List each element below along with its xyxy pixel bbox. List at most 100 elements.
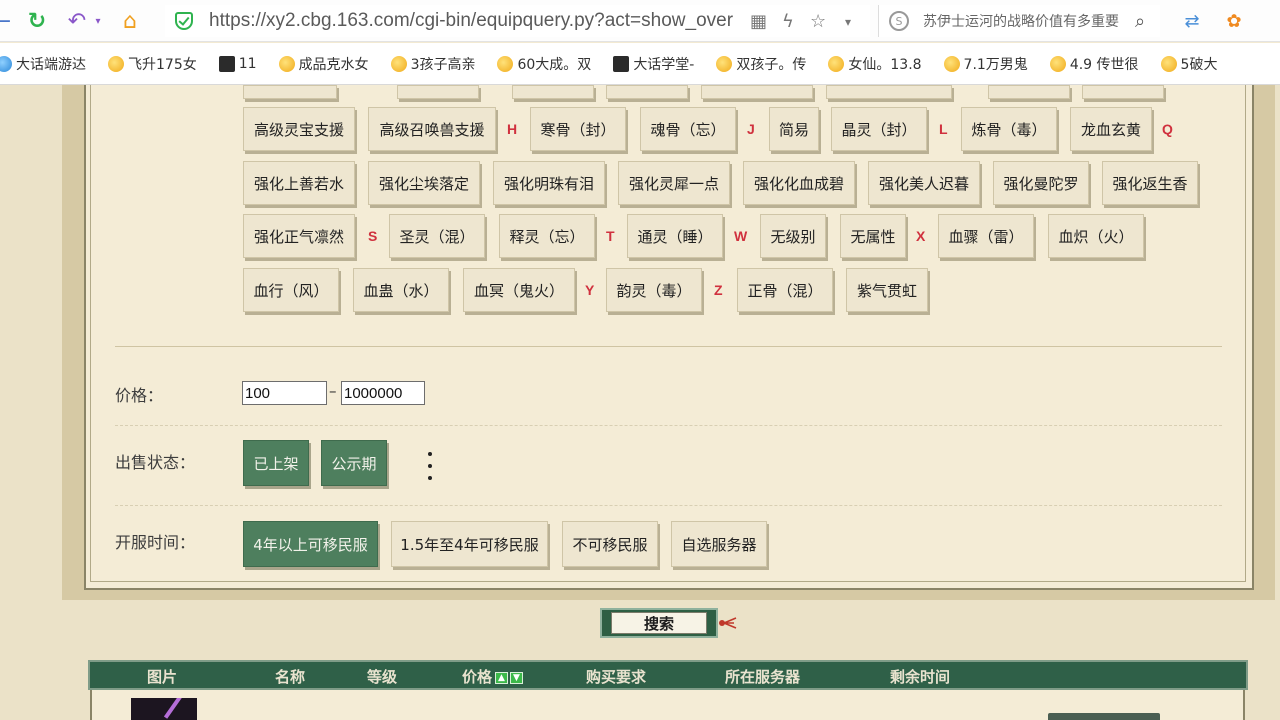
- address-bar[interactable]: https://xy2.cbg.163.com/cgi-bin/equipque…: [165, 5, 870, 37]
- col-price: 价格 ▲ ▼: [462, 666, 524, 687]
- alpha-index-letter[interactable]: Z: [714, 282, 723, 298]
- sort-desc-icon[interactable]: ▼: [510, 671, 524, 684]
- equip-filter-button-partial[interactable]: [243, 85, 337, 99]
- qr-code-icon[interactable]: ▦: [750, 11, 767, 32]
- server-custom-select-button[interactable]: 自选服务器: [671, 521, 767, 567]
- equip-filter-button[interactable]: 血骤（雷）: [938, 214, 1034, 258]
- equip-filter-button[interactable]: 寒骨（封）: [530, 107, 626, 151]
- search-button-label: 搜索: [611, 612, 707, 634]
- home-icon[interactable]: ⌂: [115, 6, 145, 36]
- equip-filter-button[interactable]: 释灵（忘）: [499, 214, 595, 258]
- equip-filter-button[interactable]: 晶灵（封）: [831, 107, 927, 151]
- alpha-index-letter[interactable]: L: [939, 121, 948, 137]
- status-public-button[interactable]: 公示期: [321, 440, 387, 486]
- search-box[interactable]: S 苏伊士运河的战略价值有多重要 ⌕: [878, 5, 1160, 37]
- equip-filter-button[interactable]: 无属性: [840, 214, 906, 258]
- price-max-input[interactable]: 1000000: [341, 381, 425, 405]
- translate-icon[interactable]: ⇄: [1180, 6, 1204, 36]
- equip-filter-button[interactable]: 无级别: [760, 214, 826, 258]
- equip-filter-button-partial[interactable]: [397, 85, 479, 99]
- row-action-button[interactable]: [1048, 713, 1160, 720]
- bookmark-item[interactable]: 5破大: [1160, 54, 1217, 74]
- sale-status-label: 出售状态：: [115, 453, 196, 472]
- equip-filter-button[interactable]: 血炽（火）: [1048, 214, 1144, 258]
- server-1-5-to-4yr-button[interactable]: 1.5年至4年可移民服: [391, 521, 548, 567]
- bookmark-item[interactable]: 女仙。13.8: [828, 54, 922, 74]
- bookmark-item[interactable]: 双孩子。传: [716, 54, 806, 74]
- equip-filter-button-partial[interactable]: [988, 85, 1070, 99]
- magnifier-icon[interactable]: ⌕: [1135, 11, 1145, 32]
- bookmark-star-icon: [278, 55, 295, 72]
- browser-toolbar: ← ↻ ↶ ▾ ⌂ https://xy2.cbg.163.com/cgi-bi…: [0, 0, 1280, 42]
- server-no-migrate-button[interactable]: 不可移民服: [562, 521, 658, 567]
- url-text[interactable]: https://xy2.cbg.163.com/cgi-bin/equipque…: [209, 10, 749, 32]
- col-requirement: 购买要求: [586, 668, 647, 686]
- equip-filter-button[interactable]: 炼骨（毒）: [961, 107, 1057, 151]
- bookmark-item[interactable]: 4.9 传世很: [1049, 54, 1139, 74]
- equip-filter-button[interactable]: 强化尘埃落定: [368, 161, 480, 205]
- refresh-icon[interactable]: ↻: [22, 6, 52, 36]
- item-thumbnail[interactable]: [131, 698, 197, 720]
- bookmark-item[interactable]: 成品克水女: [278, 54, 369, 74]
- bookmark-item[interactable]: 大话学堂-: [613, 54, 694, 74]
- bookmark-item[interactable]: 60大成。双: [497, 54, 591, 74]
- equip-filter-button[interactable]: 圣灵（混）: [389, 214, 485, 258]
- undo-dropdown-icon[interactable]: ▾: [92, 6, 104, 36]
- price-min-input[interactable]: 100: [242, 381, 327, 405]
- equip-filter-button[interactable]: 正骨（混）: [737, 268, 833, 312]
- equip-filter-button[interactable]: 强化曼陀罗: [993, 161, 1089, 205]
- equip-filter-button[interactable]: 血冥（鬼火）: [463, 268, 575, 312]
- alpha-index-letter[interactable]: W: [734, 228, 747, 244]
- address-dropdown-icon[interactable]: ▾: [845, 15, 851, 29]
- lightning-icon[interactable]: ϟ: [782, 11, 794, 32]
- bookmark-star-icon: [390, 55, 407, 72]
- alpha-index-letter[interactable]: Q: [1162, 121, 1173, 137]
- equip-filter-button-partial[interactable]: [1082, 85, 1164, 99]
- bookmark-item[interactable]: 飞升175女: [108, 54, 197, 74]
- alpha-index-letter[interactable]: J: [747, 121, 755, 137]
- equip-filter-button-partial[interactable]: [512, 85, 594, 99]
- sort-asc-icon[interactable]: ▲: [495, 671, 509, 684]
- alpha-index-letter[interactable]: S: [368, 228, 377, 244]
- back-icon[interactable]: ←: [0, 6, 12, 36]
- equip-filter-button[interactable]: 强化化血成碧: [743, 161, 855, 205]
- equip-filter-button[interactable]: 强化返生香: [1102, 161, 1198, 205]
- alpha-index-letter[interactable]: T: [606, 228, 615, 244]
- equip-filter-button[interactable]: 韵灵（毒）: [606, 268, 702, 312]
- search-query-text[interactable]: 苏伊士运河的战略价值有多重要: [923, 11, 1129, 31]
- extension-icon[interactable]: ✿: [1222, 6, 1246, 36]
- equip-filter-button[interactable]: 强化上善若水: [243, 161, 355, 205]
- equip-filter-button-partial[interactable]: [826, 85, 952, 99]
- equip-filter-button-partial[interactable]: [701, 85, 813, 99]
- equip-filter-button[interactable]: 通灵（睡）: [627, 214, 723, 258]
- star-bookmark-icon[interactable]: ☆: [810, 11, 826, 32]
- equip-filter-button[interactable]: 强化正气凛然: [243, 214, 355, 258]
- bookmark-item[interactable]: 3孩子高亲: [390, 54, 475, 74]
- equip-filter-button[interactable]: 血蛊（水）: [353, 268, 449, 312]
- equip-filter-button[interactable]: 血行（风）: [243, 268, 339, 312]
- equip-filter-button[interactable]: 强化灵犀一点: [618, 161, 730, 205]
- bookmark-item[interactable]: 7.1万男鬼: [943, 54, 1028, 74]
- bookmark-item[interactable]: 11: [218, 55, 257, 72]
- equip-filter-button[interactable]: 紫气贯虹: [846, 268, 928, 312]
- equip-filter-button[interactable]: 龙血玄黄: [1070, 107, 1152, 151]
- equip-filter-button[interactable]: 简易: [769, 107, 819, 151]
- alpha-index-letter[interactable]: H: [507, 121, 517, 137]
- search-button[interactable]: 搜索: [600, 608, 718, 638]
- equip-filter-button[interactable]: 强化美人迟暮: [868, 161, 980, 205]
- search-engine-icon[interactable]: S: [889, 11, 909, 31]
- alpha-index-letter[interactable]: X: [916, 228, 925, 244]
- equip-filter-button[interactable]: 魂骨（忘）: [640, 107, 736, 151]
- status-listed-button[interactable]: 已上架: [243, 440, 309, 486]
- equip-filter-button[interactable]: 高级灵宝支援: [243, 107, 355, 151]
- bookmark-item[interactable]: 大话端游达: [0, 54, 86, 74]
- equip-filter-button[interactable]: 强化明珠有泪: [493, 161, 605, 205]
- price-label: 价格：: [115, 386, 164, 405]
- undo-icon[interactable]: ↶: [62, 6, 92, 36]
- server-time-label: 开服时间：: [115, 533, 196, 552]
- server-4yr-migrate-button[interactable]: 4年以上可移民服: [243, 521, 378, 567]
- equip-filter-button-partial[interactable]: [606, 85, 688, 99]
- equip-filter-button[interactable]: 高级召唤兽支援: [368, 107, 496, 151]
- alpha-index-letter[interactable]: Y: [585, 282, 594, 298]
- more-options-icon[interactable]: [424, 452, 436, 480]
